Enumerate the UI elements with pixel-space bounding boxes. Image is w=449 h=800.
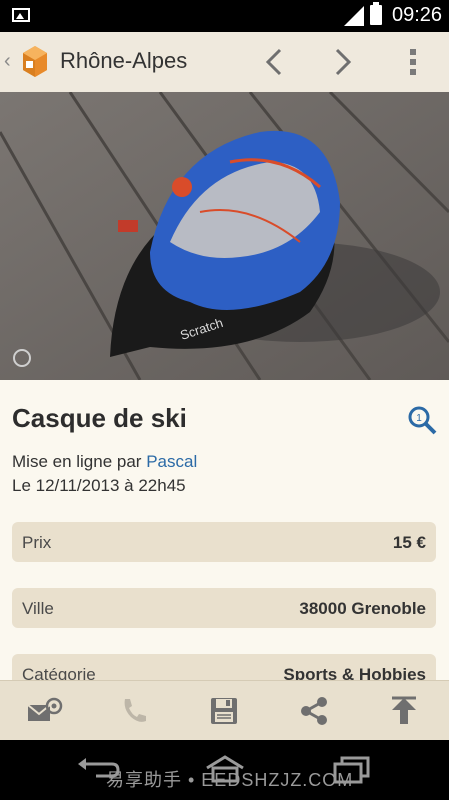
next-ad-button[interactable] xyxy=(323,42,363,82)
post-date: Le 12/11/2013 à 22h45 xyxy=(12,476,186,495)
status-bar: 09:26 xyxy=(0,0,449,32)
page-title: Rhône-Alpes xyxy=(60,48,188,73)
detail-row-city: Ville 38000 Grenoble xyxy=(12,588,436,628)
status-time: 09:26 xyxy=(392,4,443,26)
detail-row-price: Prix 15 € xyxy=(12,522,436,562)
system-nav-bar: 易享助手 • EEDSHZJZ.COM xyxy=(0,740,449,800)
ad-title: Casque de ski xyxy=(12,403,187,433)
share-button[interactable] xyxy=(294,691,334,731)
detail-label: Prix xyxy=(22,533,52,552)
author-link[interactable]: Pascal xyxy=(146,452,197,471)
watermark-text: 易享助手 • EEDSHZJZ.COM xyxy=(106,770,354,790)
battery-icon xyxy=(370,2,382,25)
posted-by: Mise en ligne par Pascal xyxy=(12,452,197,472)
back-chevron-icon[interactable]: ‹ xyxy=(4,50,11,73)
app-bar: ‹ Rhône-Alpes xyxy=(0,32,449,93)
overflow-menu-button[interactable] xyxy=(393,42,433,82)
signal-icon xyxy=(344,6,364,26)
action-bar xyxy=(0,680,449,741)
save-icon xyxy=(211,698,237,724)
zoom-search-icon[interactable]: 1 xyxy=(406,404,438,436)
detail-value: 15 € xyxy=(392,533,426,552)
overflow-menu-icon xyxy=(410,49,416,75)
save-button[interactable] xyxy=(204,691,244,731)
email-icon xyxy=(27,697,63,721)
chevron-left-icon xyxy=(265,48,282,76)
detail-label: Ville xyxy=(22,599,54,618)
detail-value: 38000 Grenoble xyxy=(299,599,426,618)
scroll-top-button[interactable] xyxy=(384,691,424,731)
helmet-photo-image: Scratch xyxy=(0,92,449,380)
phone-button[interactable] xyxy=(114,691,154,731)
scroll-top-icon xyxy=(392,696,416,724)
posted-by-prefix: Mise en ligne par xyxy=(12,452,142,471)
ad-photo[interactable]: Scratch xyxy=(0,92,449,380)
share-icon xyxy=(301,697,327,725)
app-logo[interactable] xyxy=(20,44,50,78)
gallery-icon xyxy=(12,8,30,22)
chevron-right-icon xyxy=(335,48,352,76)
ad-details: Casque de ski 1 Mise en ligne par Pascal… xyxy=(0,380,449,694)
phone-icon xyxy=(124,699,146,722)
previous-ad-button[interactable] xyxy=(254,42,294,82)
email-button[interactable] xyxy=(25,691,65,731)
svg-text:1: 1 xyxy=(416,413,422,424)
